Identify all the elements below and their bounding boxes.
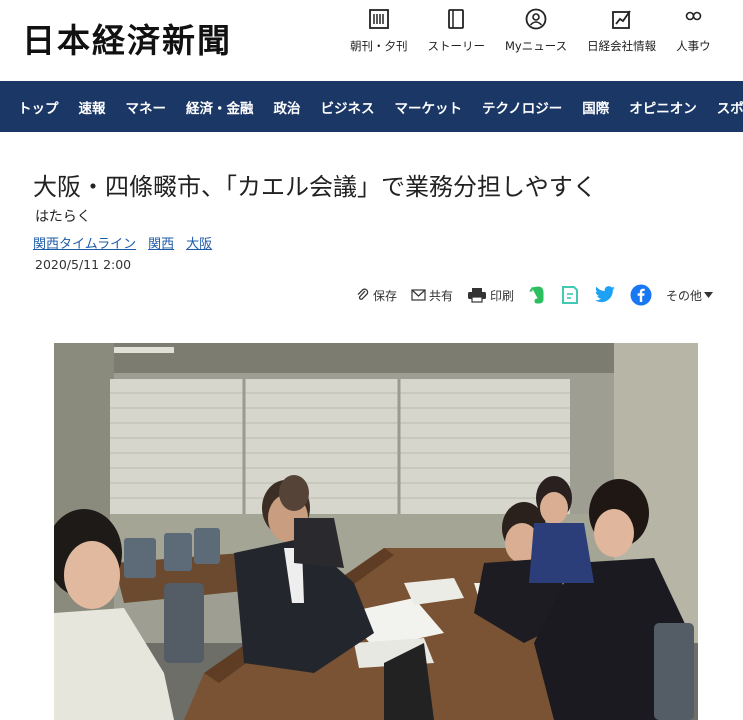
paperclip-icon <box>357 288 369 300</box>
user-icon <box>523 6 549 32</box>
tag-link[interactable]: 関西タイムライン <box>33 237 136 252</box>
nav-people[interactable]: 人事ウ <box>676 6 711 66</box>
cat-politics[interactable]: 政治 <box>274 97 301 117</box>
cat-top[interactable]: トップ <box>18 97 59 117</box>
cat-opinion[interactable]: オピニオン <box>629 97 697 117</box>
header-nav: 朝刊・夕刊 ストーリー Myニュース 日経会社情報 人事ウ <box>350 6 731 66</box>
nav-morning-evening-paper[interactable]: 朝刊・夕刊 <box>350 6 408 66</box>
nikkei-logo[interactable]: 日本経済新聞 <box>22 14 232 62</box>
cat-international[interactable]: 国際 <box>582 97 609 117</box>
cat-economy-finance[interactable]: 経済・金融 <box>186 97 254 117</box>
facebook-icon[interactable] <box>630 284 652 306</box>
article-title: 大阪・四條畷市、「カエル会議」で業務分担しやすく <box>33 173 597 201</box>
article-date: 2020/5/11 2:00 <box>35 257 132 272</box>
cat-market[interactable]: マーケット <box>395 97 463 117</box>
nav-label: 朝刊・夕刊 <box>350 39 408 53</box>
more-label: その他 <box>666 288 703 303</box>
newspaper-icon <box>366 6 392 32</box>
mail-icon <box>411 289 426 301</box>
cat-technology[interactable]: テクノロジー <box>482 97 562 117</box>
print-button[interactable]: 印刷 <box>467 287 514 304</box>
caret-down-icon <box>704 292 714 298</box>
article-photo <box>54 343 698 720</box>
site-header: 日本経済新聞 朝刊・夕刊 ストーリー Myニュース 日経会社情報 人事ウ <box>0 0 743 80</box>
share-button[interactable]: 共有 <box>411 287 453 304</box>
nav-label: Myニュース <box>505 39 568 53</box>
cat-breaking[interactable]: 速報 <box>79 97 106 117</box>
nav-story[interactable]: ストーリー <box>427 6 486 66</box>
printer-icon <box>468 288 487 303</box>
save-button[interactable]: 保存 <box>356 287 397 304</box>
more-button[interactable]: その他 <box>666 287 716 304</box>
chart-icon <box>609 6 635 32</box>
tag-link[interactable]: 大阪 <box>186 237 212 252</box>
tag-link[interactable]: 関西 <box>148 237 174 252</box>
cat-money[interactable]: マネー <box>126 97 167 117</box>
share-bar: 保存 共有 印刷 その他 <box>356 282 730 308</box>
evernote-icon[interactable] <box>528 285 546 305</box>
nav-company-info[interactable]: 日経会社情報 <box>587 6 656 66</box>
article-tags: 関西タイムライン 関西 大阪 <box>33 233 224 252</box>
nav-label: 日経会社情報 <box>587 39 657 53</box>
article-subtitle: はたらく <box>35 209 91 225</box>
book-icon <box>443 6 469 32</box>
nav-label: ストーリー <box>427 39 486 53</box>
cat-business[interactable]: ビジネス <box>321 97 375 117</box>
category-nav: トップ 速報 マネー 経済・金融 政治 ビジネス マーケット テクノロジー 国際… <box>0 81 743 132</box>
save-label: 保存 <box>373 288 398 303</box>
print-label: 印刷 <box>490 288 515 303</box>
nav-label: 人事ウ <box>676 39 711 53</box>
twitter-icon[interactable] <box>594 286 616 304</box>
share-label: 共有 <box>429 288 454 303</box>
note-icon[interactable] <box>560 285 580 305</box>
cat-sports[interactable]: スポ <box>717 97 743 117</box>
nav-my-news[interactable]: Myニュース <box>505 6 567 66</box>
people-icon <box>680 6 706 32</box>
